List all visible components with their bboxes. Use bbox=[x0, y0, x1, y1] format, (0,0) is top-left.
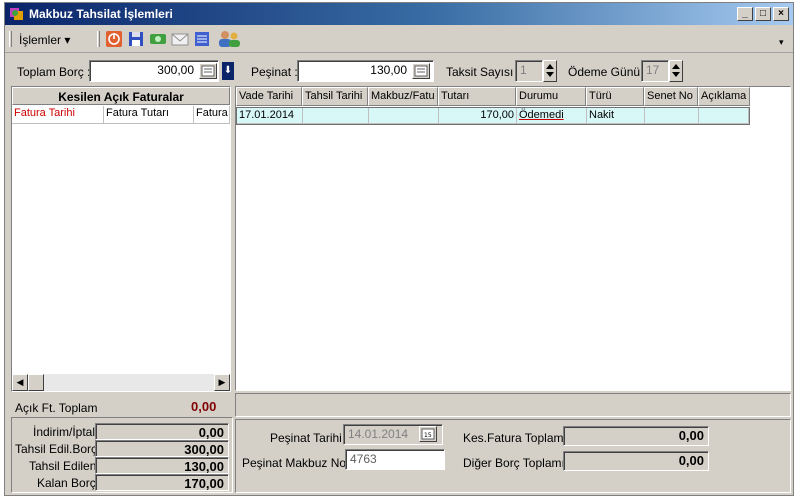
grid-status-strip bbox=[235, 393, 791, 417]
close-button[interactable]: × bbox=[773, 7, 789, 21]
odeme-gunu-value: 17 bbox=[646, 63, 660, 77]
pesinat-tarihi-label: Peşinat Tarihi bbox=[270, 431, 342, 445]
taksit-sayisi-field[interactable]: 1 bbox=[515, 60, 543, 82]
cell-aciklama bbox=[699, 108, 749, 124]
col-tahsil-tarihi[interactable]: Tahsil Tarihi bbox=[302, 87, 368, 106]
title-bar: Makbuz Tahsilat İşlemleri _ □ × bbox=[5, 3, 793, 25]
minimize-button[interactable]: _ bbox=[737, 7, 753, 21]
acik-ft-toplam-label: Açık Ft. Toplam bbox=[15, 401, 98, 415]
left-hscrollbar[interactable]: ◀ ▶ bbox=[12, 374, 230, 391]
acik-faturalar-panel: Kesilen Açık Faturalar Fatura Tarihi Fat… bbox=[11, 86, 231, 392]
power-icon[interactable] bbox=[105, 30, 123, 48]
toplam-borc-calc-button[interactable] bbox=[199, 63, 217, 79]
calendar-icon: 15 bbox=[421, 428, 435, 440]
indirim-value: 0,00 bbox=[95, 423, 229, 440]
cell-tahsil-tarihi bbox=[303, 108, 369, 124]
col-turu[interactable]: Türü bbox=[586, 87, 644, 106]
save-icon[interactable] bbox=[127, 30, 145, 48]
kalan-borc-value: 170,00 bbox=[95, 474, 229, 491]
kes-fatura-label: Kes.Fatura Toplamı bbox=[463, 431, 567, 445]
cell-makbuz-fatura bbox=[369, 108, 439, 124]
taksit-grid: Vade Tarihi Tahsil Tarihi Makbuz/Fatu Tu… bbox=[235, 86, 791, 391]
svg-text:15: 15 bbox=[424, 432, 432, 439]
cell-senet-no bbox=[645, 108, 699, 124]
scroll-right-button[interactable]: ▶ bbox=[214, 374, 230, 391]
scroll-left-button[interactable]: ◀ bbox=[12, 374, 28, 391]
window-title: Makbuz Tahsilat İşlemleri bbox=[29, 7, 173, 21]
toolbar: İşlemler ▾ ▾ bbox=[5, 25, 793, 53]
calculator-icon bbox=[414, 65, 428, 77]
acik-ft-toplam-value: 0,00 bbox=[191, 399, 217, 414]
tahsil-edil-borc-value: 300,00 bbox=[95, 440, 229, 457]
col-fatura-tutari[interactable]: Fatura Tutarı bbox=[104, 106, 194, 124]
pesinat-makbuz-field[interactable]: 4763 bbox=[345, 449, 445, 470]
pesinat-makbuz-label: Peşinat Makbuz No bbox=[242, 456, 347, 470]
col-aciklama[interactable]: Açıklama bbox=[698, 87, 750, 106]
col-senet-no[interactable]: Senet No bbox=[644, 87, 698, 106]
indirim-label: İndirim/İptal bbox=[33, 425, 96, 439]
pesinat-tarihi-value: 14.01.2014 bbox=[348, 427, 409, 441]
kes-fatura-value: 0,00 bbox=[563, 426, 709, 446]
taksit-sayisi-value: 1 bbox=[520, 63, 527, 77]
diger-borc-label: Diğer Borç Toplamı bbox=[463, 456, 565, 470]
list-icon[interactable] bbox=[193, 30, 211, 48]
odeme-gunu-spinner[interactable] bbox=[669, 60, 683, 82]
pesinat-tarihi-calendar-button[interactable]: 15 bbox=[419, 426, 437, 442]
taksit-sayisi-label: Taksit Sayısı : bbox=[446, 65, 521, 79]
money-icon[interactable] bbox=[149, 30, 167, 48]
cell-tutari: 170,00 bbox=[439, 108, 517, 124]
odeme-gunu-label: Ödeme Günü : bbox=[568, 65, 647, 79]
col-durumu[interactable]: Durumu bbox=[516, 87, 586, 106]
col-fatura[interactable]: Fatura bbox=[194, 106, 230, 124]
table-row[interactable]: 17.01.2014 170,00 Ödemedi Nakit bbox=[236, 107, 750, 125]
pesinat-value: 130,00 bbox=[370, 63, 407, 77]
odeme-gunu-field[interactable]: 17 bbox=[641, 60, 669, 82]
app-icon bbox=[10, 8, 23, 20]
mail-icon[interactable] bbox=[171, 30, 189, 48]
col-makbuz-fatura[interactable]: Makbuz/Fatu bbox=[368, 87, 438, 106]
toolbar-grip bbox=[9, 31, 12, 47]
kalan-borc-label: Kalan Borç bbox=[37, 476, 96, 490]
toplam-borc-label: Toplam Borç : bbox=[17, 65, 91, 79]
scroll-thumb[interactable] bbox=[28, 374, 44, 391]
cell-durumu: Ödemedi bbox=[517, 108, 587, 124]
pesinat-label: Peşinat : bbox=[251, 65, 298, 79]
tahsil-edilen-value: 130,00 bbox=[95, 457, 229, 474]
toolbar-overflow-icon[interactable]: ▾ bbox=[779, 37, 784, 48]
download-arrow-button[interactable]: ⬇ bbox=[222, 62, 234, 80]
tahsil-edilen-label: Tahsil Edilen bbox=[29, 459, 97, 473]
users-icon[interactable] bbox=[217, 30, 241, 48]
taksit-sayisi-spinner[interactable] bbox=[543, 60, 557, 82]
toolbar-separator bbox=[97, 31, 100, 47]
col-fatura-tarihi[interactable]: Fatura Tarihi bbox=[12, 106, 104, 124]
islemler-menu[interactable]: İşlemler ▾ bbox=[19, 33, 70, 47]
main-window: Makbuz Tahsilat İşlemleri _ □ × İşlemler… bbox=[4, 2, 794, 496]
col-vade-tarihi[interactable]: Vade Tarihi bbox=[236, 87, 302, 106]
pesinat-makbuz-value: 4763 bbox=[350, 452, 377, 466]
cell-turu: Nakit bbox=[587, 108, 645, 124]
diger-borc-value: 0,00 bbox=[563, 451, 709, 471]
acik-faturalar-title: Kesilen Açık Faturalar bbox=[12, 87, 230, 105]
cell-vade-tarihi: 17.01.2014 bbox=[237, 108, 303, 124]
pesinat-calc-button[interactable] bbox=[412, 63, 430, 79]
maximize-button[interactable]: □ bbox=[755, 7, 771, 21]
calculator-icon bbox=[201, 65, 215, 77]
toplam-borc-value: 300,00 bbox=[157, 63, 194, 77]
tahsil-edil-borc-label: Tahsil Edil.Borç bbox=[15, 442, 98, 456]
col-tutari[interactable]: Tutarı bbox=[438, 87, 516, 106]
